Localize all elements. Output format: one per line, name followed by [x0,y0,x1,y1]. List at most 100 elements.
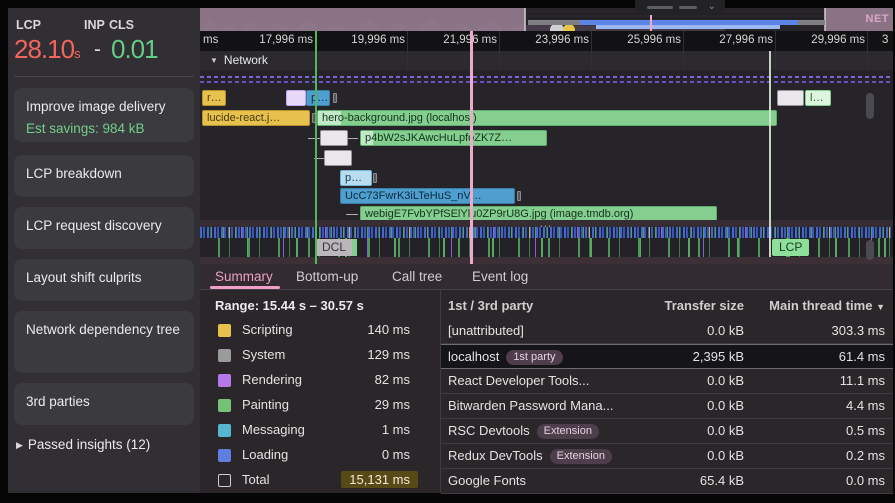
table-row[interactable]: Google Fonts 65.4 kB 0.0 ms [441,469,893,494]
network-request-bar[interactable]: l… [805,90,831,106]
network-request-bar[interactable] [324,150,352,166]
timings-markers-lane: DCL LCP [200,238,893,257]
insights-sidebar: LCP INP CLS 28.10s - 0.01 Improve image … [8,8,200,493]
messaging-swatch-icon [218,424,231,437]
ruler-unit: ms [203,34,218,46]
ruler-tick-label: 23,996 ms [503,34,589,46]
lane-footer-strip [200,257,893,264]
network-request-bar[interactable] [286,90,306,106]
lcp-marker-badge[interactable]: LCP [772,239,809,256]
tab-bottom-up[interactable]: Bottom-up [296,269,358,284]
network-request-bar[interactable]: r… [202,90,226,106]
col-party[interactable]: 1st / 3rd party [448,298,533,313]
selection-handle-left[interactable] [524,8,526,31]
dashed-budget-line [200,81,893,83]
insight-improve-image-delivery[interactable]: Improve image delivery Est savings: 984 … [14,88,194,142]
request-whisker [346,214,358,215]
network-request-bar[interactable]: hero-background.jpg (localhost) [317,110,777,126]
marker-line-pink [470,31,473,264]
network-request-bar[interactable] [320,130,348,146]
scripting-swatch-icon [218,324,231,337]
dashed-budget-line [200,76,893,78]
request-tail [373,173,377,183]
request-tail [333,93,337,103]
tab-summary[interactable]: Summary [215,269,273,284]
main-thread-activity-strip[interactable] [200,227,893,238]
lcp-metric-label: LCP [16,18,41,32]
cpu-bump-yellow [563,24,575,31]
network-request-bar[interactable]: lucide-react.j… [202,110,310,126]
legend-row: Scripting 140 ms [200,319,440,344]
minimap-network-gray [798,20,825,25]
legend-row: Rendering 82 ms [200,369,440,394]
insight-lcp-request-discovery[interactable]: LCP request discovery [14,207,194,249]
insight-network-dependency-tree[interactable]: Network dependency tree [14,311,194,373]
insight-layout-shift-culprits[interactable]: Layout shift culprits [14,259,194,301]
table-row[interactable]: Bitwarden Password Mana... 0.0 kB 4.4 ms [441,394,893,419]
net-lane-label: NET [866,13,890,25]
ruler-tick-label: 29,996 ms [779,34,865,46]
col-transfer-size[interactable]: Transfer size [665,298,745,313]
insight-3rd-parties[interactable]: 3rd parties [14,383,194,425]
network-track-title: Network [224,53,268,67]
legend-row: Loading 0 ms [200,444,440,469]
track-resize-handle[interactable]: … [200,220,893,227]
table-row-localhost[interactable]: localhost1st party 2,395 kB 61.4 ms [441,344,893,369]
scrollbar-thumb[interactable] [866,93,874,119]
table-header-row: 1st / 3rd party Transfer size Main threa… [441,294,893,316]
network-request-bar[interactable]: webigE7FvbYPfSElYlu0ZP9rU8G.jpg (image.t… [360,206,717,220]
tab-call-tree[interactable]: Call tree [392,269,442,284]
sort-arrow-icon: ▼ [876,302,885,312]
details-tabbar: Summary Bottom-up Call tree Event log [200,264,893,290]
table-row[interactable]: RSC DevtoolsExtension 0.0 kB 0.5 ms [441,419,893,444]
time-ruler: ms 17,996 ms 19,996 ms 21,996 ms 23,996 … [200,31,893,51]
cls-metric-label: CLS [109,18,134,32]
loading-swatch-icon [218,449,231,462]
lcp-marker-line [769,51,771,257]
collapse-triangle-icon: ▼ [210,56,218,65]
legend-row-total: Total 15,131 ms [200,469,440,494]
legend-row: System 129 ms [200,344,440,369]
insight-lcp-breakdown[interactable]: LCP breakdown [14,155,194,197]
extension-badge: Extension [537,424,599,439]
insight-title: Network dependency tree [26,321,182,339]
sidebar-divider [14,76,194,77]
ruler-tick-label: 25,996 ms [595,34,681,46]
range-label: Range: 15.44 s – 30.57 s [215,298,364,313]
col-main-thread-time[interactable]: Main thread time ▼ [769,298,885,313]
network-request-bar[interactable] [777,90,804,106]
dcl-marker-badge[interactable]: DCL [316,239,357,256]
cls-metric-value: 0.01 [111,34,158,65]
insight-title: LCP breakdown [26,165,182,183]
request-whisker [348,138,358,139]
devtools-performance-panel: LCP INP CLS 28.10s - 0.01 Improve image … [0,0,895,503]
third-party-table: 1st / 3rd party Transfer size Main threa… [441,290,893,493]
insight-title: 3rd parties [26,393,182,411]
scrollbar-thumb[interactable] [866,240,874,260]
minimap-network-blue-light [596,25,780,29]
summary-panel: Range: 15.44 s – 30.57 s Scripting 140 m… [200,290,893,493]
table-row[interactable]: Redux DevToolsExtension 0.0 kB 0.2 ms [441,444,893,469]
expand-arrow-icon: ▶ [16,440,23,450]
chevron-down-icon: ⌄ [708,0,716,13]
network-request-bar[interactable]: p4bW2sJKAwcHuLpfoZK7Z… [360,130,547,146]
illegible-text [679,6,697,9]
timeline-minimap[interactable]: NET [200,8,893,31]
network-request-bar[interactable]: p… [306,90,330,106]
rendering-swatch-icon [218,374,231,387]
insight-title: Improve image delivery [26,98,182,116]
request-tail [517,191,521,201]
insight-savings: Est savings: 984 kB [26,120,182,138]
inp-metric-label: INP [84,18,105,32]
tab-event-log[interactable]: Event log [472,269,528,284]
passed-insights-toggle[interactable]: ▶Passed insights (12) [16,437,150,452]
table-row[interactable]: [unattributed] 0.0 kB 303.3 ms [441,319,893,344]
insight-title: LCP request discovery [26,217,182,235]
network-request-bar[interactable]: p… [340,170,372,186]
table-row[interactable]: React Developer Tools... 0.0 kB 11.1 ms [441,369,893,394]
network-track-header[interactable]: ▼ Network [200,51,893,70]
marker-line-green [315,31,317,264]
request-whisker [308,138,320,139]
active-tab-underline [210,286,280,289]
network-request-bar[interactable]: UcC73FwrK3iLTeHuS_nV… [340,188,515,204]
